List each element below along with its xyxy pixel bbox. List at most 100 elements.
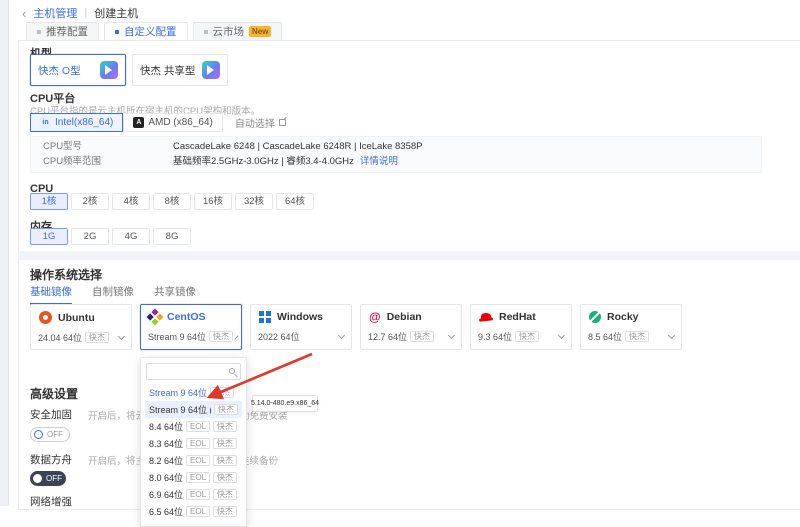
tab-custom-config[interactable]: 自定义配置 (104, 22, 188, 41)
os-card-ubuntu[interactable]: Ubuntu 24.04 64位 快杰 (30, 304, 132, 350)
toggle-knob (33, 474, 42, 483)
tab-custom-image[interactable]: 自制镜像 (92, 284, 134, 305)
cpu-option-16core[interactable]: 16核 (194, 193, 232, 210)
kuaijie-tag: 快杰 (210, 387, 234, 398)
kuaijie-tag: 快杰 (213, 472, 237, 483)
os-version-select[interactable]: Stream 9 64位 快杰 (141, 330, 241, 343)
memory-option-2g[interactable]: 2G (71, 228, 109, 245)
dropdown-search[interactable] (146, 363, 241, 380)
os-version-select[interactable]: 24.04 64位 快杰 (31, 331, 131, 344)
os-name: Debian (387, 311, 422, 323)
cpu-frequency-value: 基础频率2.5GHz-3.0GHz | 睿频3.4-4.0GHz (173, 155, 354, 169)
security-hardening-toggle[interactable]: OFF (30, 427, 70, 442)
data-ark-label: 数据方舟 (30, 452, 72, 467)
version-option-8-2[interactable]: 8.2 64位 EOL 快杰 (145, 452, 242, 469)
chevron-down-icon (118, 332, 125, 339)
os-version: 9.3 64位 (478, 330, 512, 343)
os-card-centos[interactable]: CentOS Stream 9 64位 快杰 (140, 304, 242, 350)
kuaijie-tag: 快杰 (213, 438, 237, 449)
cpu-platform-intel[interactable]: in Intel(x86_64) (30, 113, 123, 132)
os-version: 8.5 64位 (588, 330, 622, 343)
cpu-option-2core[interactable]: 2核 (71, 193, 109, 210)
os-version: 2022 64位 (258, 330, 300, 343)
back-chevron-icon[interactable]: ‹ (22, 7, 26, 20)
os-card-windows[interactable]: Windows 2022 64位 (250, 304, 352, 350)
version-option-8-0[interactable]: 8.0 64位 EOL 快杰 (145, 469, 242, 486)
cpu-model-value: CascadeLake 6248 | CascadeLake 6248R | I… (173, 140, 422, 154)
os-version-select[interactable]: 8.5 64位 快杰 (581, 330, 681, 343)
cpu-platform-options: in Intel(x86_64) A AMD (x86_64) 自动选择 (30, 113, 286, 132)
version-option-6-9[interactable]: 6.9 64位 EOL 快杰 (145, 486, 242, 503)
tab-recommended-config[interactable]: 推荐配置 (26, 22, 99, 41)
cpu-frequency-row: CPU频率范围 基础频率2.5GHz-3.0GHz | 睿频3.4-4.0GHz… (43, 155, 749, 169)
kernel-version-tooltip: 5.14.0-480.e9.x86_64 (252, 395, 318, 412)
config-tabs: 推荐配置 自定义配置 云市场 New (26, 22, 282, 41)
os-card-debian[interactable]: @ Debian 12.7 64位 快杰 (360, 304, 462, 350)
eol-tag: EOL (186, 438, 210, 449)
toggle-label: OFF (46, 474, 62, 483)
kuaijie-icon (100, 61, 118, 79)
amd-icon: A (133, 117, 144, 128)
cpu-frequency-label: CPU频率范围 (43, 155, 173, 169)
os-card-rocky[interactable]: Rocky 8.5 64位 快杰 (580, 304, 682, 350)
image-tabs: 基础镜像 自制镜像 共享镜像 (30, 284, 196, 305)
version-label: 8.2 64位 (149, 454, 183, 467)
search-input[interactable] (147, 367, 240, 382)
os-version-select[interactable]: 12.7 64位 快杰 (361, 330, 461, 343)
version-label: Stream 9 64位 (149, 386, 207, 399)
auto-select-link[interactable]: 自动选择 (235, 115, 286, 130)
memory-options: 1G 2G 4G 8G (30, 228, 191, 245)
version-label: 6.5 64位 (149, 505, 183, 518)
collapsed-sidebar[interactable] (0, 0, 9, 506)
machine-type-card-o[interactable]: 快杰 O型 (30, 54, 126, 86)
tab-cloud-market[interactable]: 云市场 New (193, 22, 283, 41)
kuaijie-tag: 快杰 (213, 455, 237, 466)
kuaijie-tag: 快杰 (85, 332, 109, 343)
memory-option-8g[interactable]: 8G (153, 228, 191, 245)
breadcrumb: ‹ 主机管理 | 创建主机 (22, 5, 138, 21)
memory-option-1g[interactable]: 1G (30, 228, 68, 245)
chevron-down-icon (558, 331, 565, 338)
os-version: 12.7 64位 (368, 330, 407, 343)
tab-shared-image[interactable]: 共享镜像 (154, 284, 196, 305)
debian-icon: @ (369, 311, 381, 323)
cpu-option-1core[interactable]: 1核 (30, 193, 68, 210)
cpu-platform-amd[interactable]: A AMD (x86_64) (123, 113, 222, 132)
tab-marker-icon (115, 30, 119, 34)
os-name: Ubuntu (58, 312, 95, 324)
os-version: Stream 9 64位 (148, 330, 206, 343)
version-option-8-4[interactable]: 8.4 64位 EOL 快杰 (145, 418, 242, 435)
ubuntu-icon (39, 311, 52, 324)
cpu-platform-option-label: AMD (x86_64) (148, 117, 212, 128)
os-version-select[interactable]: 2022 64位 (251, 330, 351, 343)
intel-icon: in (40, 117, 51, 128)
memory-option-4g[interactable]: 4G (112, 228, 150, 245)
kuaijie-icon (202, 61, 220, 79)
breadcrumb-parent[interactable]: 主机管理 (33, 5, 77, 21)
toggle-label: OFF (47, 430, 63, 439)
version-option-8-3[interactable]: 8.3 64位 EOL 快杰 (145, 435, 242, 452)
os-version-select[interactable]: 9.3 64位 快杰 (471, 330, 571, 343)
cpu-option-8core[interactable]: 8核 (153, 193, 191, 210)
version-label: 8.4 64位 (149, 420, 183, 433)
cpu-option-32core[interactable]: 32核 (235, 193, 273, 210)
centos-icon (147, 309, 164, 326)
eol-tag: EOL (186, 472, 210, 483)
cpu-option-4core[interactable]: 4核 (112, 193, 150, 210)
cpu-option-64core[interactable]: 64核 (276, 193, 314, 210)
windows-icon (259, 311, 271, 323)
auto-select-label: 自动选择 (235, 115, 275, 130)
os-card-redhat[interactable]: RedHat 9.3 64位 快杰 (470, 304, 572, 350)
tab-label: 推荐配置 (46, 24, 88, 39)
kuaijie-tag: 快杰 (214, 404, 238, 415)
machine-type-card-shared[interactable]: 快杰 共享型 (132, 54, 228, 86)
search-icon (229, 368, 235, 374)
chevron-down-icon (668, 331, 675, 338)
details-link[interactable]: 详情说明 (360, 155, 398, 169)
version-option-stream9-candidate[interactable]: Stream 9 64位 (candidat... 快杰 (145, 401, 242, 418)
tab-base-image[interactable]: 基础镜像 (30, 284, 72, 305)
version-option-stream9[interactable]: Stream 9 64位 快杰 (145, 384, 242, 401)
data-ark-toggle[interactable]: OFF (30, 471, 66, 486)
os-name: Rocky (607, 311, 639, 323)
os-version: 24.04 64位 (38, 331, 82, 344)
